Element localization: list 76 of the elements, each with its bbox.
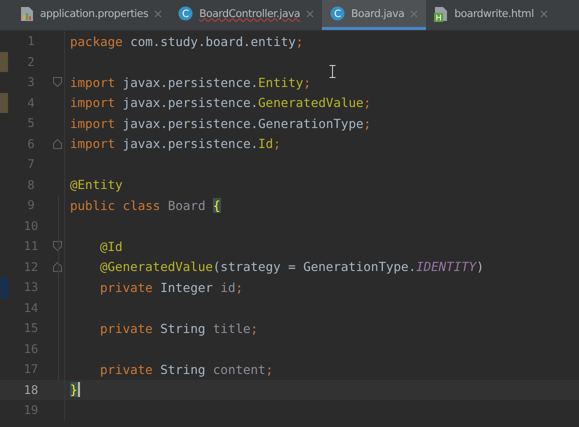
semicolon: ; [364, 95, 372, 110]
class-icon: C [330, 6, 346, 21]
fold-icon[interactable] [52, 138, 62, 149]
line-number: 8 [26, 178, 36, 192]
code-text: javax.persistence. [122, 74, 258, 90]
semicolon: ; [250, 320, 258, 336]
line-number: 9 [26, 198, 36, 212]
fold-icon[interactable] [52, 77, 62, 88]
semicolon: ; [296, 34, 304, 49]
code-text: String [160, 320, 206, 336]
close-icon[interactable] [410, 10, 418, 18]
brace: { [213, 198, 221, 213]
line-number: 3 [26, 75, 36, 90]
line-number: 10 [22, 218, 40, 233]
semicolon: ; [303, 74, 311, 90]
file-tab[interactable]: C Board.java [322, 0, 426, 30]
keyword: private [100, 280, 154, 295]
semicolon: ; [273, 136, 281, 152]
code-text: javax.persistence.GenerationType [122, 116, 364, 131]
brace: } [70, 382, 80, 398]
code-text: (strategy = GenerationType. [212, 259, 416, 274]
identifier: title [212, 320, 251, 336]
identifier: content [212, 362, 266, 377]
line-number: 17 [22, 362, 40, 376]
semicolon: ; [266, 362, 274, 377]
line-number: 15 [22, 321, 40, 336]
close-icon[interactable] [540, 10, 548, 18]
keyword: public class [70, 198, 162, 213]
class-name: Entity [258, 74, 304, 90]
line-number: 13 [22, 280, 40, 294]
line-number: 12 [22, 260, 40, 274]
semicolon: ; [364, 116, 372, 131]
class-name: Id [258, 136, 274, 152]
properties-file-icon [20, 6, 34, 22]
line-number: 1 [26, 34, 36, 48]
keyword: private [100, 320, 154, 336]
line-number: 14 [22, 300, 40, 315]
line-number: 2 [26, 54, 36, 69]
class-name: GeneratedValue [258, 95, 364, 110]
semicolon: ; [236, 280, 244, 295]
code-text: javax.persistence. [122, 136, 258, 152]
html-file-icon: H [434, 6, 448, 22]
close-icon[interactable] [306, 10, 314, 18]
line-number: 16 [22, 342, 40, 356]
keyword: import [70, 95, 116, 110]
text-cursor-icon [329, 65, 336, 78]
code-text: ) [476, 259, 484, 274]
code-text: String [160, 362, 206, 377]
file-tab[interactable]: H boardwrite.html [426, 0, 556, 30]
line-number: 5 [26, 116, 36, 130]
keyword: import [70, 116, 116, 131]
fold-icon[interactable] [52, 241, 62, 252]
identifier: Board [168, 198, 206, 213]
code-text: com.study.board.entity [129, 34, 296, 49]
code-text: Integer [160, 280, 214, 295]
annotation: @Entity [70, 177, 123, 192]
line-number: 7 [26, 157, 36, 172]
keyword: package [70, 34, 123, 49]
code-text: javax.persistence. [122, 95, 258, 110]
keyword: import [70, 136, 116, 152]
line-number: 19 [22, 403, 40, 418]
annotation: @GeneratedValue [100, 259, 213, 274]
line-number: 6 [26, 136, 36, 151]
line-number: 11 [22, 239, 40, 254]
keyword: private [100, 362, 154, 377]
constant: IDENTITY [416, 259, 476, 274]
class-icon: C [178, 6, 194, 21]
close-icon[interactable] [154, 10, 162, 18]
fold-icon[interactable] [52, 262, 62, 272]
file-tab[interactable]: application.properties [12, 0, 170, 30]
line-number: 18 [22, 382, 40, 397]
file-tab[interactable]: C BoardController.java [170, 0, 322, 30]
annotation: @Id [100, 238, 123, 254]
keyword: import [70, 74, 116, 90]
line-number: 4 [26, 96, 36, 110]
identifier: id [220, 280, 236, 295]
